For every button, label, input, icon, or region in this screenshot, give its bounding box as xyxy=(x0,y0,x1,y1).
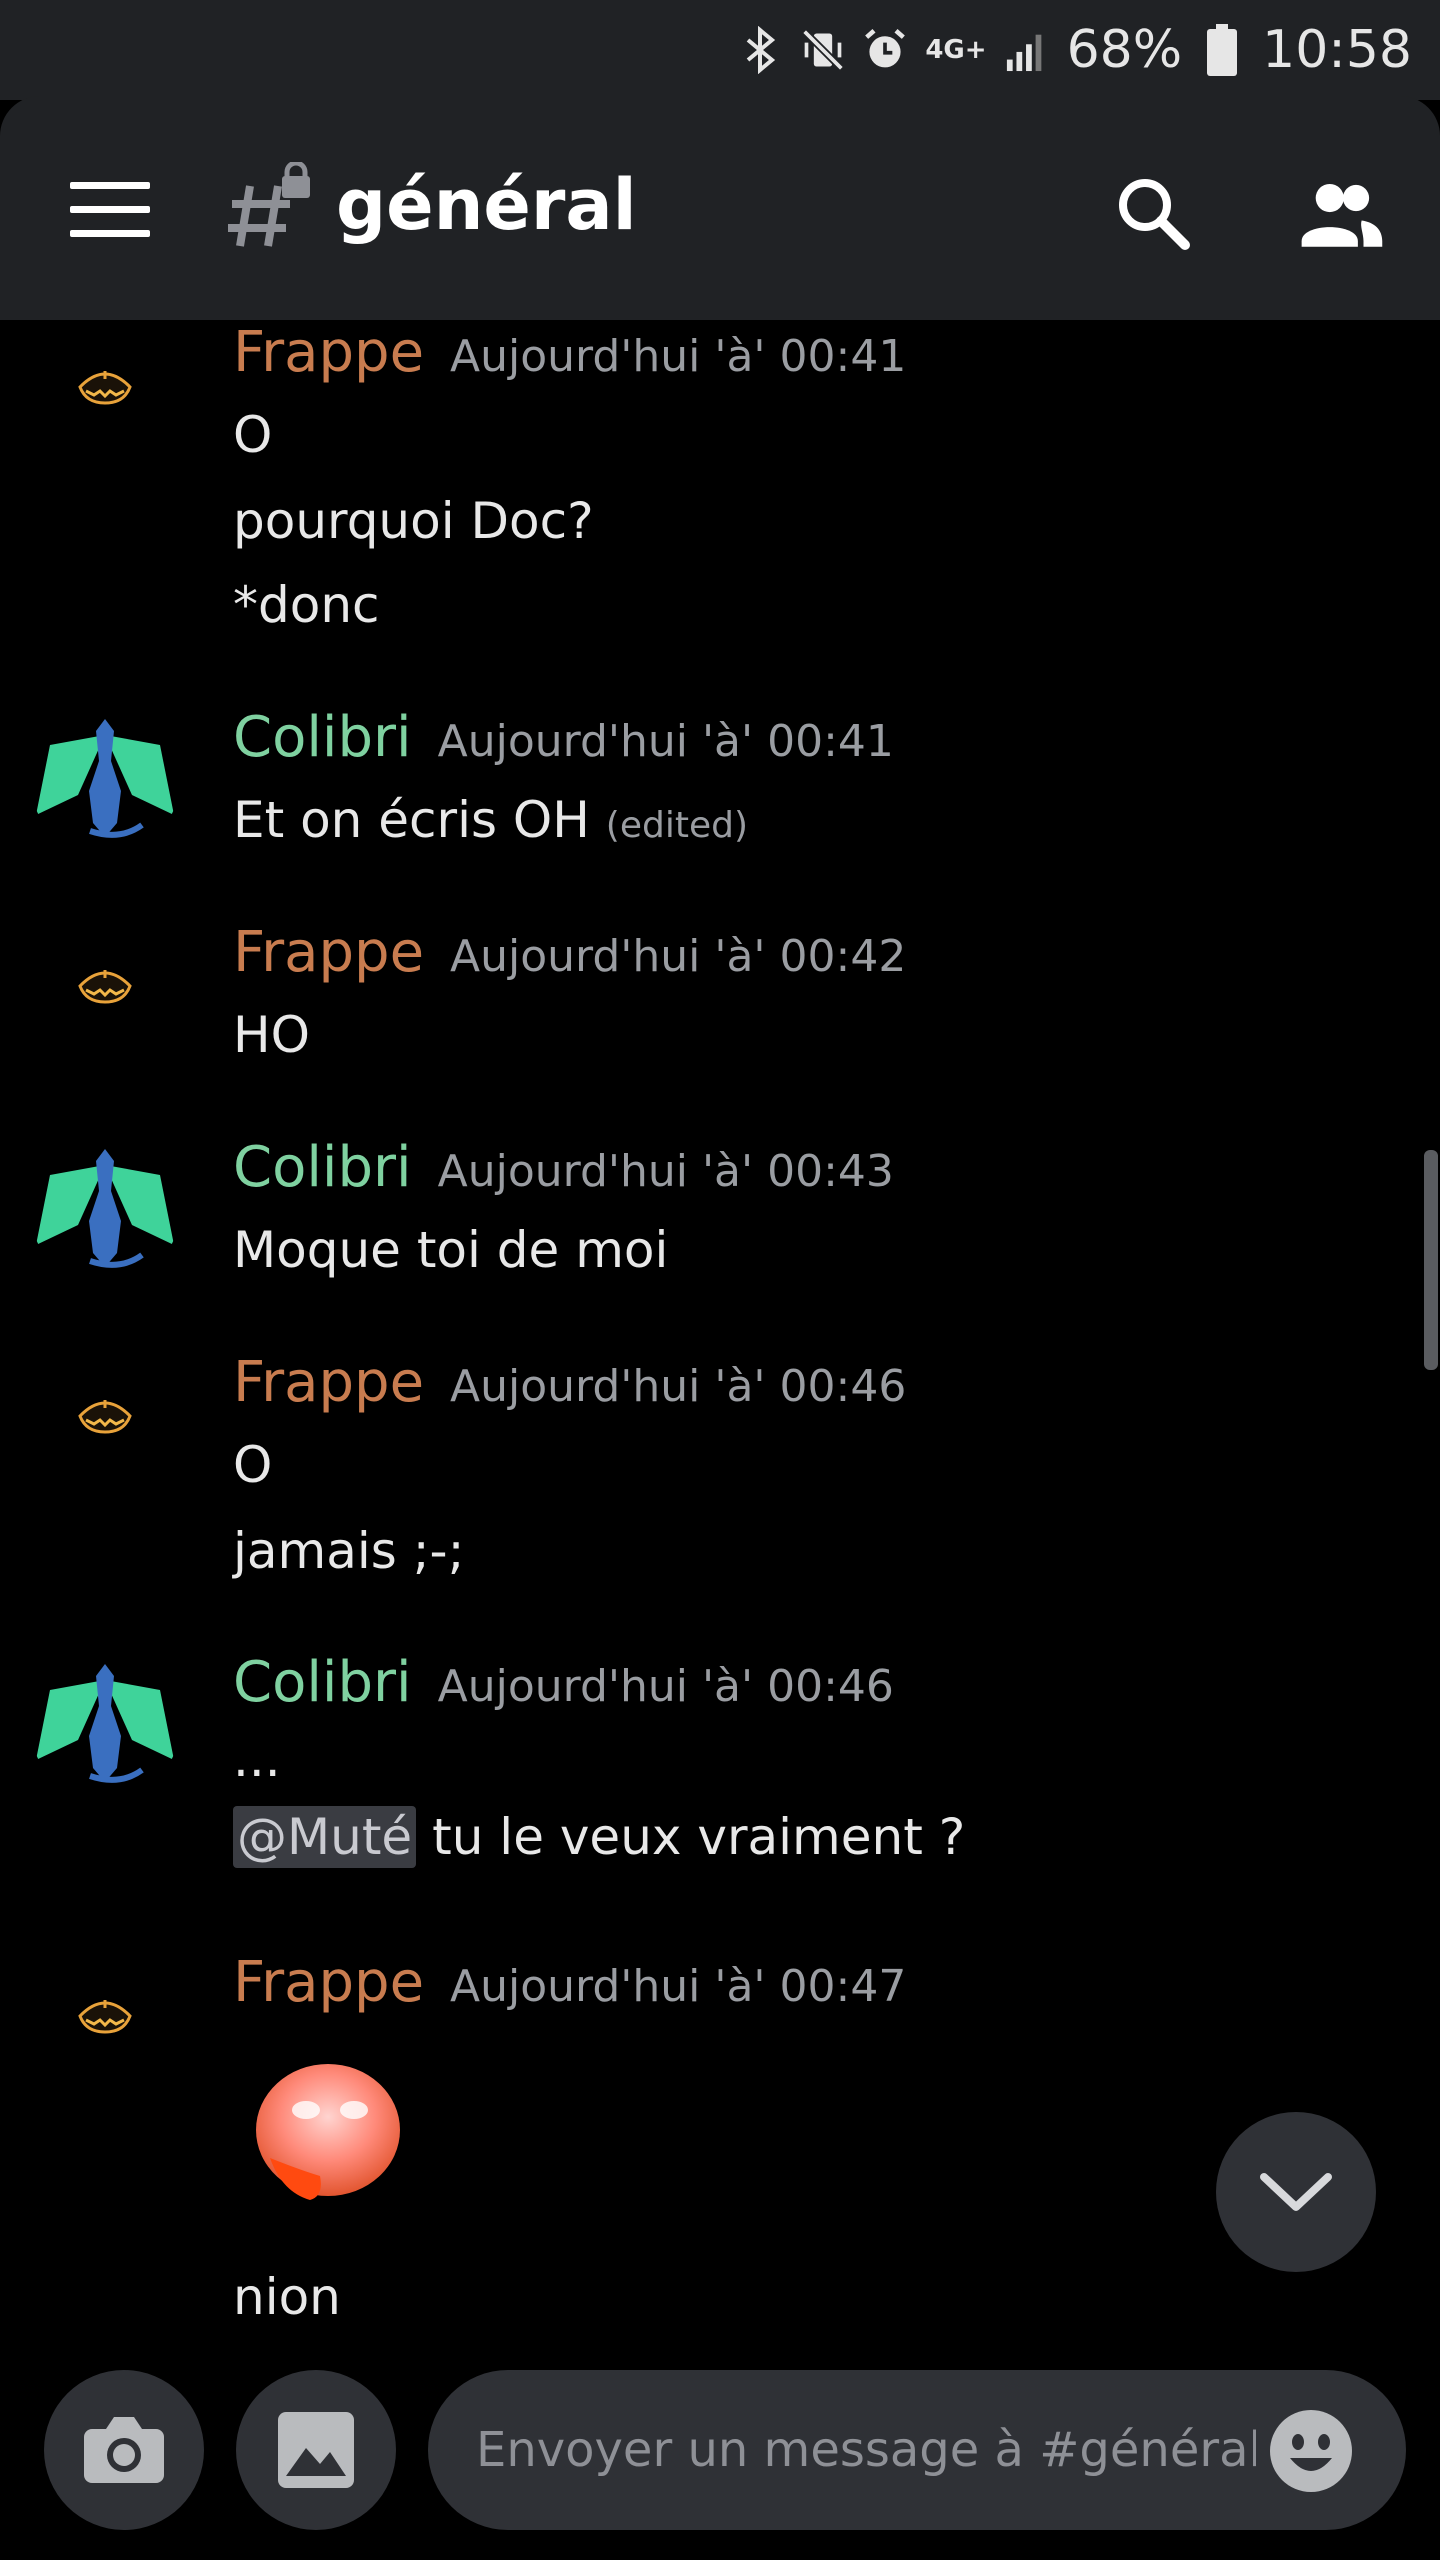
author-name[interactable]: Frappe xyxy=(233,920,424,985)
jump-to-bottom-button[interactable] xyxy=(1216,2112,1376,2272)
author-name[interactable]: Frappe xyxy=(233,1950,424,2015)
message-input[interactable] xyxy=(428,2370,1406,2530)
edited-label: (edited) xyxy=(605,805,748,846)
alarm-icon xyxy=(863,26,907,74)
timestamp: Aujourd'hui 'à' 00:43 xyxy=(437,1146,894,1197)
app-root: 4G+ 68% 10:58 général Frappe Aujourd'hui… xyxy=(0,0,1440,2560)
message-text: pourquoi Doc? xyxy=(233,492,594,550)
menu-icon[interactable] xyxy=(70,182,150,238)
battery-percent: 68% xyxy=(1066,20,1183,80)
user-mention[interactable]: @Muté xyxy=(233,1806,417,1868)
vibrate-icon xyxy=(801,26,845,74)
composer-bar xyxy=(0,2360,1440,2560)
signal-icon xyxy=(1005,26,1049,74)
message-text: O xyxy=(233,1436,273,1494)
bluetooth-icon xyxy=(739,26,783,74)
message-text: tu le veux vraiment ? xyxy=(432,1808,966,1866)
channel-title: général xyxy=(336,164,637,246)
timestamp: Aujourd'hui 'à' 00:41 xyxy=(437,716,894,767)
timestamp: Aujourd'hui 'à' 00:42 xyxy=(450,931,907,982)
message-text: jamais ;-; xyxy=(233,1522,465,1580)
channel-header: général xyxy=(0,96,1440,320)
message-text: Et on écris OH xyxy=(233,791,590,849)
emoji-icon[interactable] xyxy=(1268,2408,1354,2494)
message-text: *donc xyxy=(233,576,380,634)
search-icon[interactable] xyxy=(1108,168,1198,258)
status-bar: 4G+ 68% 10:58 xyxy=(0,0,1440,100)
author-name[interactable]: Colibri xyxy=(233,1650,412,1715)
message-text: nion xyxy=(233,2268,341,2326)
blushing-tongue-emoji xyxy=(236,2048,416,2228)
camera-icon xyxy=(84,2417,164,2483)
image-icon xyxy=(278,2412,354,2488)
image-upload-button[interactable] xyxy=(236,2370,396,2530)
message-text: HO xyxy=(233,1006,310,1064)
timestamp: Aujourd'hui 'à' 00:46 xyxy=(450,1361,907,1412)
message-text: ... xyxy=(233,1730,281,1788)
message-text: Moque toi de moi xyxy=(233,1221,669,1279)
status-icons: 4G+ 68% 10:58 xyxy=(739,14,1412,86)
author-name[interactable]: Colibri xyxy=(233,1135,412,1200)
timestamp: Aujourd'hui 'à' 00:47 xyxy=(450,1961,907,2012)
message-list[interactable]: Frappe Aujourd'hui 'à' 00:41 O pourquoi … xyxy=(0,320,1440,2360)
chevron-down-icon xyxy=(1260,2173,1332,2211)
timestamp: Aujourd'hui 'à' 00:41 xyxy=(450,331,907,382)
clock: 10:58 xyxy=(1262,20,1412,80)
scrollbar[interactable] xyxy=(1424,1150,1438,1370)
author-name[interactable]: Frappe xyxy=(233,320,424,385)
timestamp: Aujourd'hui 'à' 00:46 xyxy=(437,1661,894,1712)
network-type: 4G+ xyxy=(925,35,987,65)
avatar-colibri[interactable] xyxy=(30,1135,180,1285)
avatar-frappe[interactable] xyxy=(30,321,180,471)
author-name[interactable]: Frappe xyxy=(233,1350,424,1415)
members-icon[interactable] xyxy=(1296,168,1386,258)
avatar-colibri[interactable] xyxy=(30,705,180,855)
avatar-frappe[interactable] xyxy=(30,1950,180,2100)
avatar-colibri[interactable] xyxy=(30,1650,180,1800)
avatar-frappe[interactable] xyxy=(30,920,180,1070)
locked-channel-icon xyxy=(228,160,318,252)
avatar-frappe[interactable] xyxy=(30,1350,180,1500)
author-name[interactable]: Colibri xyxy=(233,705,412,770)
camera-button[interactable] xyxy=(44,2370,204,2530)
message-text: O xyxy=(233,406,273,464)
battery-icon xyxy=(1200,24,1244,76)
